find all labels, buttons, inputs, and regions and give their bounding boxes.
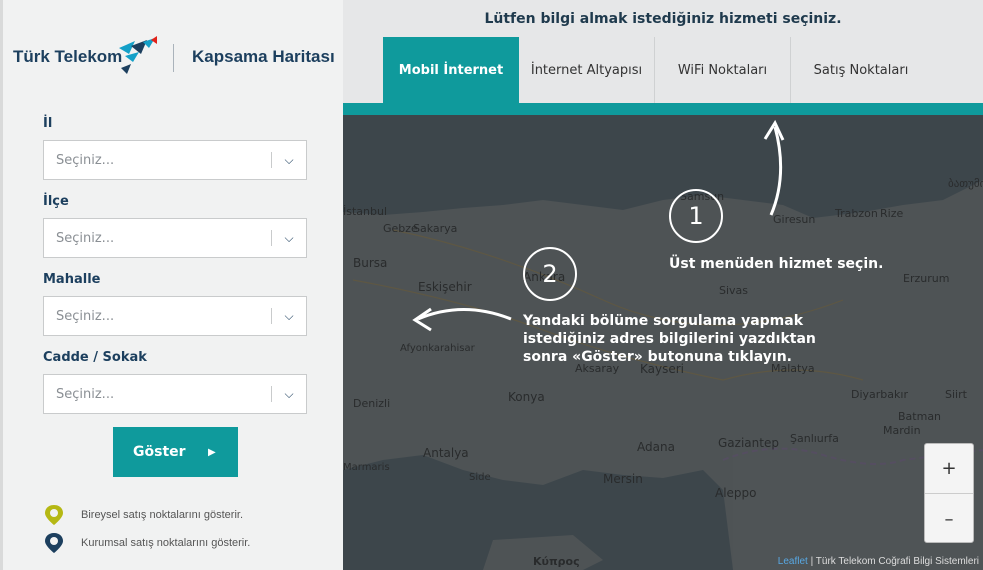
city-label: Diyarbakır bbox=[851, 388, 908, 401]
province-select[interactable]: Seçiniz... ⌵ bbox=[43, 140, 307, 180]
yellow-pin-icon bbox=[45, 505, 63, 525]
city-label: Siirt bbox=[945, 388, 967, 401]
city-label: Kayseri bbox=[640, 362, 685, 376]
tab-sales-points[interactable]: Satış Noktaları bbox=[791, 37, 931, 103]
district-label: İlçe bbox=[43, 194, 69, 209]
legend-individual-text: Bireysel satış noktalarını gösterir. bbox=[81, 509, 244, 521]
neighborhood-placeholder: Seçiniz... bbox=[56, 308, 115, 324]
search-sidebar: Türk Telekom Kapsama Haritası İl Seçiniz… bbox=[0, 0, 343, 570]
leaflet-link[interactable]: Leaflet bbox=[778, 556, 808, 567]
city-label: Mersin bbox=[603, 472, 643, 486]
city-label: ბათუმი bbox=[948, 177, 983, 190]
logo-divider bbox=[173, 44, 174, 72]
city-label: Antalya bbox=[423, 446, 469, 460]
province-label: İl bbox=[43, 116, 53, 131]
chevron-down-icon: ⌵ bbox=[284, 308, 294, 323]
city-label: Aleppo bbox=[715, 486, 757, 500]
legend-individual: Bireysel satış noktalarını gösterir. bbox=[43, 504, 243, 526]
city-label: Aksaray bbox=[575, 362, 620, 375]
service-tabs: Mobil İnternet İnternet Altyapısı WiFi N… bbox=[383, 37, 931, 103]
chevron-down-icon: ⌵ bbox=[284, 386, 294, 401]
zoom-in-button[interactable]: + bbox=[925, 444, 973, 494]
city-label: Sakarya bbox=[413, 222, 458, 235]
legend-corporate: Kurumsal satış noktalarını gösterir. bbox=[43, 532, 250, 554]
product-name: Kapsama Haritası bbox=[192, 47, 335, 66]
zoom-control: + – bbox=[924, 443, 974, 543]
city-label: Şanlıurfa bbox=[790, 432, 839, 445]
street-label: Cadde / Sokak bbox=[43, 350, 147, 365]
city-label: Erzurum bbox=[903, 272, 950, 285]
service-prompt: Lütfen bilgi almak istediğiniz hizmeti s… bbox=[484, 11, 842, 27]
logo[interactable]: Türk Telekom Kapsama Haritası bbox=[13, 36, 343, 86]
neighborhood-label: Mahalle bbox=[43, 272, 101, 287]
city-label: Afyonkarahisar bbox=[400, 343, 475, 354]
city-label: Marmaris bbox=[343, 462, 390, 473]
city-label: Konya bbox=[508, 390, 545, 404]
service-header: Lütfen bilgi almak istediğiniz hizmeti s… bbox=[343, 0, 983, 115]
city-label: Denizli bbox=[353, 397, 391, 410]
chevron-down-icon: ⌵ bbox=[284, 230, 294, 245]
tab-wifi-points[interactable]: WiFi Noktaları bbox=[655, 37, 791, 103]
city-label: Rize bbox=[880, 207, 904, 220]
city-label: Giresun bbox=[773, 213, 816, 226]
city-label: İstanbul bbox=[343, 205, 388, 218]
street-select[interactable]: Seçiniz... ⌵ bbox=[43, 374, 307, 414]
city-label: Mardin bbox=[883, 424, 921, 437]
city-label: Adana bbox=[637, 440, 675, 454]
district-select[interactable]: Seçiniz... ⌵ bbox=[43, 218, 307, 258]
city-label: Eskişehir bbox=[418, 280, 472, 294]
zoom-out-button[interactable]: – bbox=[925, 494, 973, 544]
neighborhood-select[interactable]: Seçiniz... ⌵ bbox=[43, 296, 307, 336]
header-accent-bar bbox=[343, 103, 983, 115]
tab-internet-infrastructure[interactable]: İnternet Altyapısı bbox=[519, 37, 655, 103]
attribution-text: | Türk Telekom Coğrafi Bilgi Sistemleri bbox=[807, 556, 979, 567]
play-arrow-icon: ▶ bbox=[208, 446, 216, 458]
city-label: Side bbox=[469, 472, 491, 483]
street-placeholder: Seçiniz... bbox=[56, 386, 115, 402]
city-label: Trabzon bbox=[835, 207, 878, 220]
legend-corporate-text: Kurumsal satış noktalarını gösterir. bbox=[81, 537, 251, 549]
map-attribution: Leaflet | Türk Telekom Coğrafi Bilgi Sis… bbox=[778, 556, 979, 567]
tab-mobile-internet[interactable]: Mobil İnternet bbox=[383, 37, 519, 103]
brand-arrows-icon bbox=[119, 36, 157, 74]
show-button-label: Göster bbox=[133, 444, 186, 460]
city-label: Sivas bbox=[719, 284, 749, 297]
city-label: Batman bbox=[898, 410, 942, 423]
district-placeholder: Seçiniz... bbox=[56, 230, 115, 246]
city-label: Bursa bbox=[353, 256, 388, 270]
city-label: Samsun bbox=[680, 190, 725, 203]
city-label: Ankara bbox=[523, 270, 566, 284]
city-label: Malatya bbox=[771, 362, 815, 375]
city-label: Κύπρος bbox=[533, 555, 580, 568]
navy-pin-icon bbox=[45, 533, 63, 553]
chevron-down-icon: ⌵ bbox=[284, 152, 294, 167]
city-label: Gaziantep bbox=[718, 436, 779, 450]
province-placeholder: Seçiniz... bbox=[56, 152, 115, 168]
show-button[interactable]: Göster ▶ bbox=[113, 427, 238, 477]
brand-name: Türk Telekom bbox=[13, 47, 123, 66]
